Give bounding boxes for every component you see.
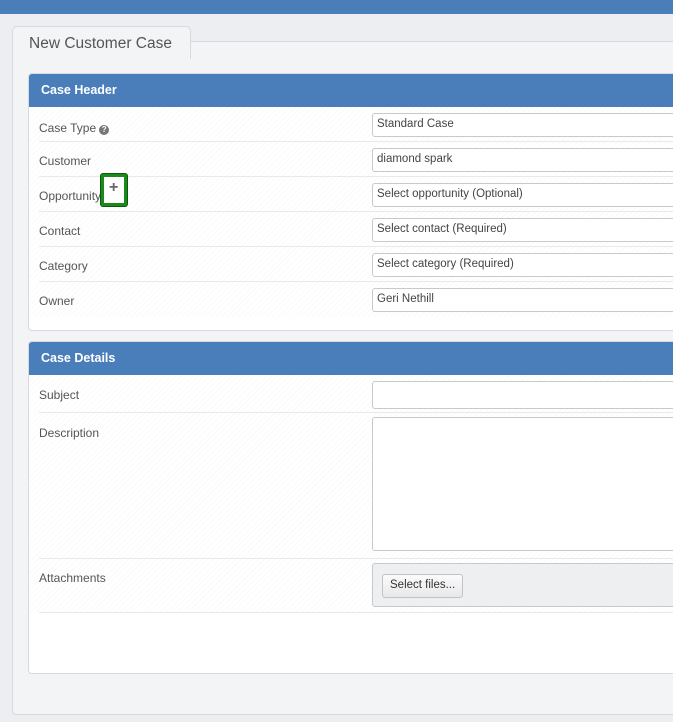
- select-files-button[interactable]: Select files...: [382, 574, 464, 598]
- contact-row: Contact Select contact (Required): [39, 212, 673, 247]
- customer-select[interactable]: diamond spark: [372, 148, 673, 172]
- subject-label: Subject: [39, 388, 80, 402]
- attachments-label: Attachments: [39, 571, 106, 585]
- case-header-section: Case Header Case Type? Standard Case Cus…: [28, 73, 673, 331]
- case-type-label-text: Case Type: [39, 121, 97, 135]
- page-title-tab: New Customer Case: [12, 26, 191, 59]
- contact-select[interactable]: Select contact (Required): [372, 218, 673, 242]
- attachments-row: Attachments Select files...: [39, 559, 673, 613]
- description-textarea[interactable]: [372, 417, 673, 551]
- case-type-label: Case Type?: [39, 121, 110, 135]
- case-details-title: Case Details: [29, 342, 673, 375]
- plus-icon: +: [109, 179, 119, 196]
- page-title: New Customer Case: [29, 35, 172, 52]
- opportunity-label: Opportunity: [39, 189, 102, 203]
- add-opportunity-button[interactable]: +: [101, 174, 127, 206]
- case-header-body: Case Type? Standard Case Customer diamon…: [29, 107, 673, 317]
- category-select[interactable]: Select category (Required): [372, 253, 673, 277]
- opportunity-row: Opportunity + Select opportunity (Option…: [39, 174, 673, 212]
- customer-label: Customer: [39, 154, 92, 168]
- owner-select[interactable]: Geri Nethill: [372, 288, 673, 312]
- question-circle-icon[interactable]: ?: [99, 125, 110, 135]
- description-row: Description: [39, 413, 673, 559]
- case-type-select[interactable]: Standard Case: [372, 113, 673, 137]
- category-row: Category Select category (Required): [39, 247, 673, 282]
- customer-row: Customer diamond spark: [39, 142, 673, 177]
- owner-label: Owner: [39, 294, 75, 308]
- contact-label: Contact: [39, 224, 81, 238]
- owner-row: Owner Geri Nethill: [39, 282, 673, 317]
- case-header-title: Case Header: [29, 74, 673, 107]
- opportunity-select[interactable]: Select opportunity (Optional): [372, 183, 673, 207]
- category-label: Category: [39, 259, 88, 273]
- attachments-upload-area: Select files...: [372, 563, 673, 607]
- case-details-body: Subject Description Attachments Select f…: [29, 375, 673, 613]
- top-navigation-bar: [0, 0, 673, 14]
- subject-row: Subject: [39, 375, 673, 413]
- description-label: Description: [39, 426, 100, 440]
- case-details-section: Case Details Subject Description Attachm…: [28, 341, 673, 674]
- subject-input[interactable]: [372, 381, 673, 409]
- case-type-row: Case Type? Standard Case: [39, 107, 673, 142]
